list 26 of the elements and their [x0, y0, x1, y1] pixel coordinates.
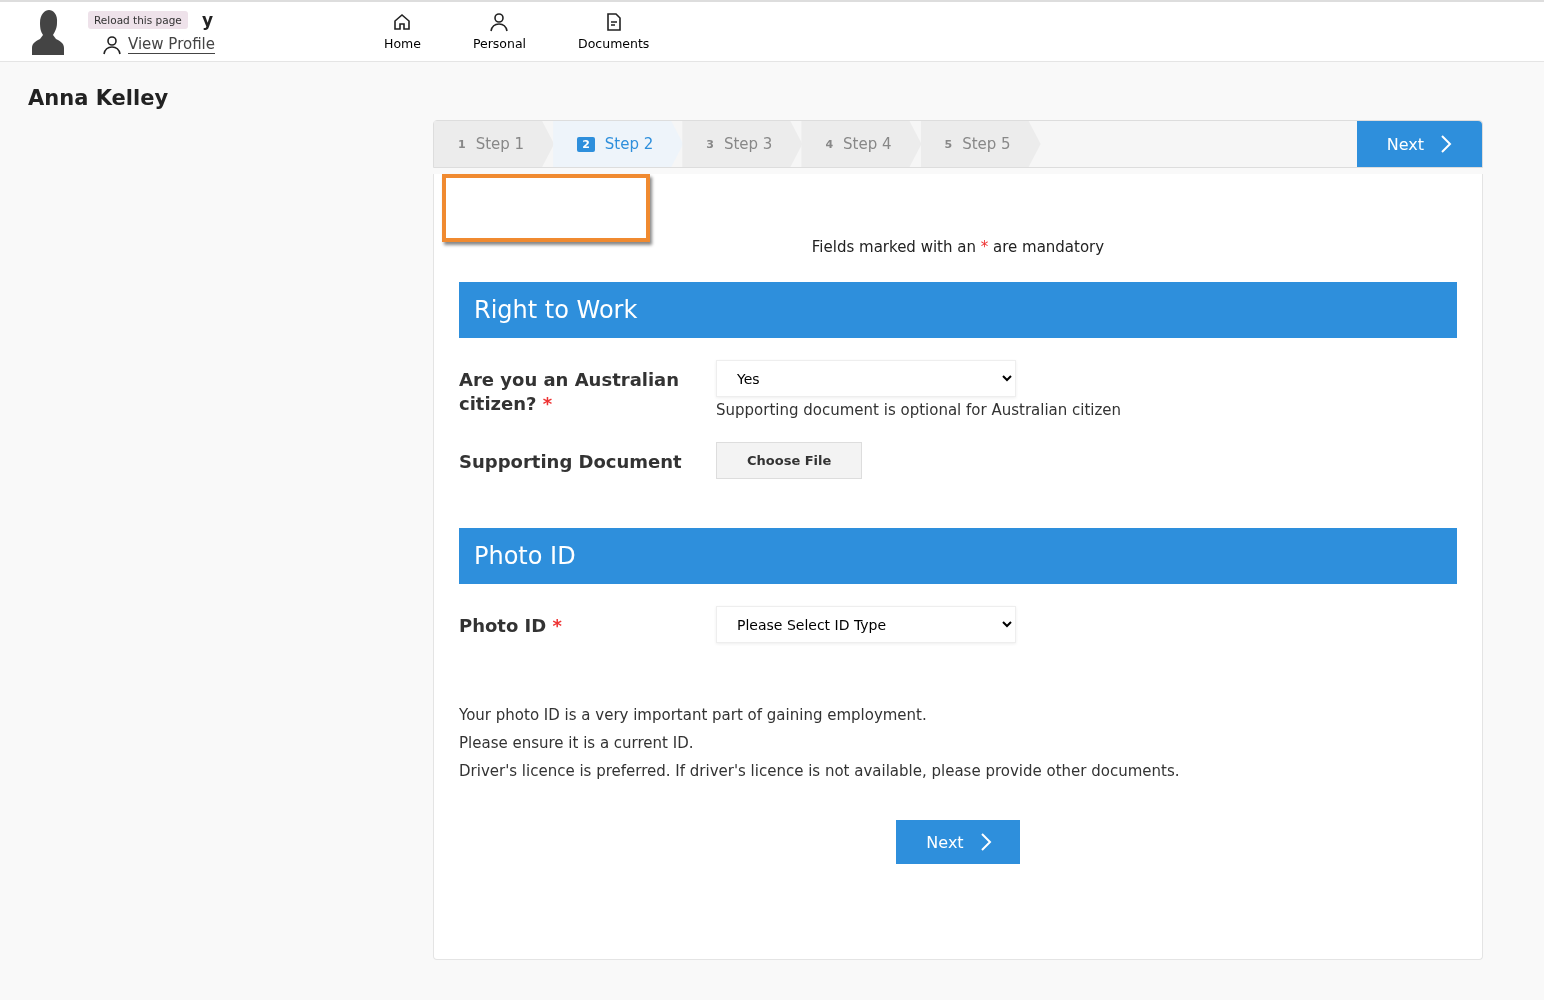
person-icon — [102, 34, 122, 55]
user-name: y — [202, 8, 214, 31]
page-title: Anna Kelley — [28, 86, 170, 110]
field-label: Photo ID * — [459, 614, 563, 638]
section-header: Right to Work — [459, 282, 1457, 338]
avatar-silhouette-icon — [30, 8, 66, 55]
dropdown-field[interactable]: Yes — [716, 360, 1016, 397]
tooltip: Reload this page — [88, 10, 188, 29]
view-profile-link[interactable]: View Profile — [128, 35, 215, 54]
mandatory-note: Fields marked with an * are mandatory — [810, 238, 1106, 256]
field-label: Supporting Document — [459, 450, 683, 474]
nav-item[interactable]: Personal — [466, 11, 533, 52]
help-text: Supporting document is optional for Australian citizen — [716, 401, 1123, 419]
chevron-right-icon — [979, 832, 992, 852]
nav-item[interactable]: Home — [378, 11, 427, 52]
dropdown-field[interactable]: Please Select ID Type — [716, 606, 1016, 643]
home-icon — [392, 12, 413, 32]
person-icon — [489, 12, 510, 32]
field-label: Are you an Australian citizen? * — [459, 368, 681, 416]
choose-file-button[interactable]: Choose File — [716, 442, 863, 479]
info-text: Please ensure it is a current ID. — [459, 734, 695, 752]
info-text: Your photo ID is a very important part of gaining employment. — [459, 706, 928, 724]
info-text: Driver's licence is preferred. If driver's licence is not available, please provide other documents. — [459, 762, 1181, 780]
nav-item[interactable]: Documents — [572, 11, 656, 52]
chevron-right-icon — [1440, 134, 1452, 154]
section-header: Photo ID — [459, 528, 1457, 584]
